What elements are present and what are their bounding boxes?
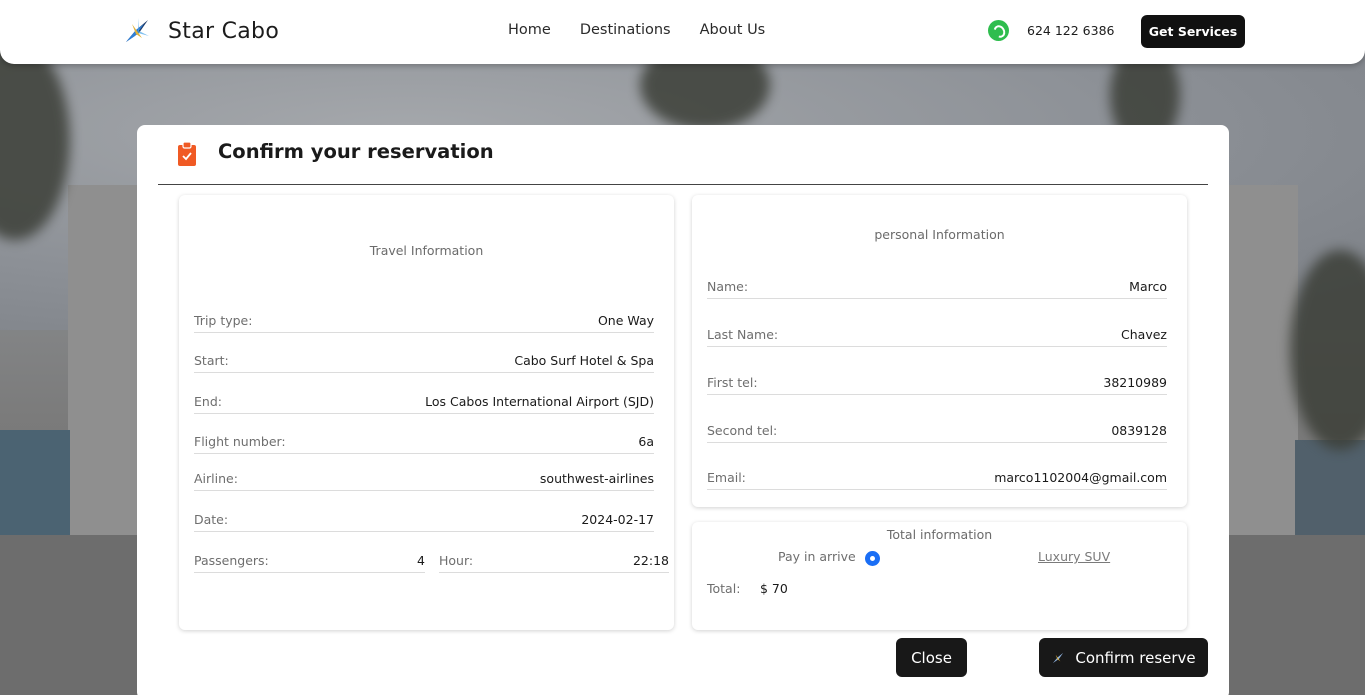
modal-title: Confirm your reservation xyxy=(218,140,494,163)
field-label: First tel: xyxy=(707,375,758,390)
field-value: 2024-02-17 xyxy=(581,512,654,527)
field-last-name: Last Name: Chavez xyxy=(707,327,1167,347)
field-passengers: Passengers: 4 xyxy=(194,553,425,573)
field-trip-type: Trip type: One Way xyxy=(194,313,654,333)
field-label: Last Name: xyxy=(707,327,779,342)
field-second-tel: Second tel: 0839128 xyxy=(707,423,1167,443)
confirm-reserve-button[interactable]: Confirm reserve xyxy=(1039,638,1208,677)
field-first-tel: First tel: 38210989 xyxy=(707,375,1167,395)
vehicle-link[interactable]: Luxury SUV xyxy=(1038,549,1110,564)
travel-info-heading: Travel Information xyxy=(369,243,484,258)
brand[interactable]: Star Cabo xyxy=(122,16,279,46)
field-label: Hour: xyxy=(439,553,474,568)
field-value: 38210989 xyxy=(1103,375,1167,390)
field-label: End: xyxy=(194,394,222,409)
field-label: Trip type: xyxy=(194,313,253,328)
field-value: Cabo Surf Hotel & Spa xyxy=(514,353,654,368)
field-value: 0839128 xyxy=(1111,423,1167,438)
personal-info-card: personal Information Name: Marco Last Na… xyxy=(692,195,1187,507)
star-logo-icon xyxy=(1053,652,1064,663)
total-label: Total: xyxy=(707,581,741,596)
field-label: Date: xyxy=(194,512,229,527)
whatsapp-icon xyxy=(988,20,1009,41)
modal-header: Confirm your reservation xyxy=(158,125,1208,185)
field-start: Start: Cabo Surf Hotel & Spa xyxy=(194,353,654,373)
field-value: Marco xyxy=(1129,279,1167,294)
field-value: 4 xyxy=(417,553,425,568)
reservation-modal: Confirm your reservation Travel Informat… xyxy=(137,125,1229,695)
field-value: One Way xyxy=(597,313,654,328)
phone-contact[interactable]: 624 122 6386 xyxy=(988,20,1114,41)
brand-name: Star Cabo xyxy=(168,18,280,44)
star-logo-icon xyxy=(126,18,149,42)
field-value: marco1102004@gmail.com xyxy=(994,470,1167,485)
field-label: Flight number: xyxy=(194,434,286,449)
total-info-card: Total information Pay in arrive Luxury S… xyxy=(692,522,1187,630)
total-value: $ 70 xyxy=(760,581,788,596)
field-name: Name: Marco xyxy=(707,279,1167,299)
field-date: Date: 2024-02-17 xyxy=(194,512,654,532)
pay-in-arrive-radio[interactable] xyxy=(865,551,880,566)
field-label: Name: xyxy=(707,279,749,294)
nav-link-destinations[interactable]: Destinations xyxy=(580,22,671,38)
field-label: Start: xyxy=(194,353,229,368)
pay-option-label: Pay in arrive xyxy=(778,549,856,564)
nav-link-about-us[interactable]: About Us xyxy=(700,22,766,38)
field-value: 6a xyxy=(638,434,654,449)
background-water-right xyxy=(1295,440,1365,535)
field-value: 22:18 xyxy=(632,553,669,568)
field-airline: Airline: southwest-airlines xyxy=(194,471,654,491)
total-info-heading: Total information xyxy=(886,527,993,542)
personal-info-heading: personal Information xyxy=(874,227,1005,242)
main-nav: Home Destinations About Us xyxy=(508,22,794,38)
field-label: Email: xyxy=(707,470,746,485)
navbar: Star Cabo Home Destinations About Us 624… xyxy=(0,0,1365,64)
field-label: Second tel: xyxy=(707,423,778,438)
close-button-label: Close xyxy=(911,648,952,667)
nav-link-home[interactable]: Home xyxy=(508,22,551,38)
background-water-left xyxy=(0,430,70,535)
travel-info-card: Travel Information Trip type: One Way St… xyxy=(179,195,674,630)
field-hour: Hour: 22:18 xyxy=(439,553,669,573)
field-value: southwest-airlines xyxy=(539,471,654,486)
phone-number: 624 122 6386 xyxy=(1027,23,1115,38)
field-value: Chavez xyxy=(1121,327,1167,342)
field-label: Airline: xyxy=(194,471,238,486)
field-label: Passengers: xyxy=(194,553,269,568)
confirm-button-label: Confirm reserve xyxy=(1075,648,1196,667)
field-flight-number: Flight number: 6a xyxy=(194,434,654,454)
field-value: Los Cabos International Airport (SJD) xyxy=(425,394,654,409)
close-button[interactable]: Close xyxy=(896,638,967,677)
get-services-button[interactable]: Get Services xyxy=(1141,15,1245,48)
field-email: Email: marco1102004@gmail.com xyxy=(707,470,1167,490)
clipboard-check-icon xyxy=(178,142,196,166)
field-end: End: Los Cabos International Airport (SJ… xyxy=(194,394,654,414)
